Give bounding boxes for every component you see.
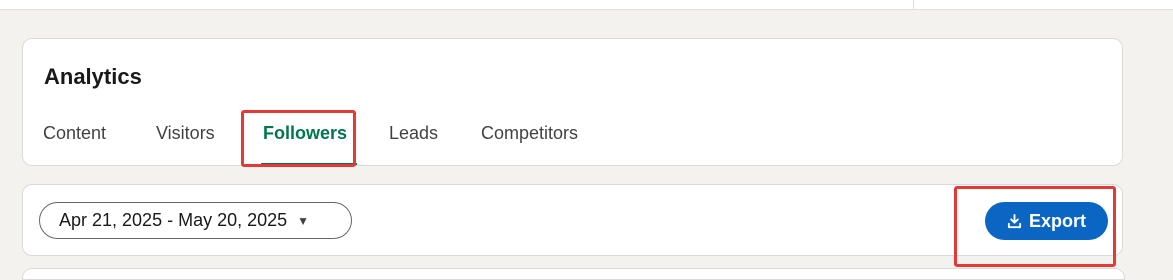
analytics-card: Analytics Content Visitors Followers Lea… [22,38,1123,166]
download-icon [1007,213,1022,228]
next-card-edge [22,268,1125,280]
tab-followers[interactable]: Followers [260,117,358,166]
caret-down-icon: ▼ [297,213,310,228]
tab-competitors[interactable]: Competitors [481,117,578,166]
topbar-divider [913,0,914,9]
tab-content[interactable]: Content [43,117,106,166]
date-range-dropdown[interactable]: Apr 21, 2025 - May 20, 2025 ▼ [39,202,352,239]
export-label: Export [1028,210,1086,231]
date-range-value: Apr 21, 2025 - May 20, 2025 [59,210,288,230]
tab-visitors[interactable]: Visitors [156,117,215,166]
export-button[interactable]: Export [985,202,1108,240]
page-title: Analytics [44,64,142,89]
analytics-tabs: Content Visitors Followers Leads Competi… [23,117,1122,166]
tab-leads[interactable]: Leads [389,117,438,166]
filter-bar: Apr 21, 2025 - May 20, 2025 ▼ Export [22,184,1123,256]
top-navigation-bar [0,0,1173,10]
